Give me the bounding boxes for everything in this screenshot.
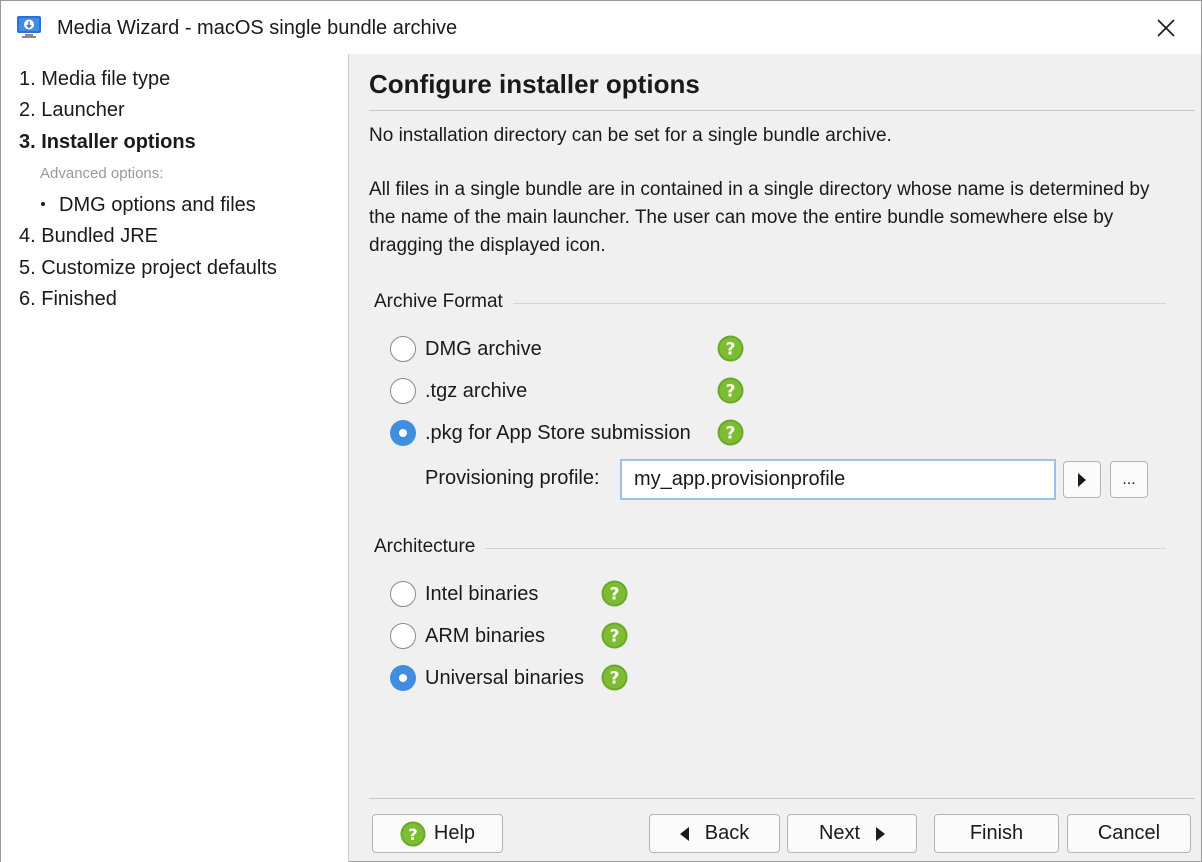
window-title: Media Wizard - macOS single bundle archi… <box>57 17 458 39</box>
radio-pkg-app-store-label: .pkg for App Store submission <box>425 421 691 444</box>
help-icon[interactable]: ? <box>717 335 744 362</box>
radio-circle[interactable] <box>390 623 416 649</box>
help-icon[interactable]: ? <box>601 622 628 649</box>
radio-arm-binaries[interactable]: ARM binaries <box>390 623 545 649</box>
next-button-label: Next <box>818 822 861 844</box>
radio-universal-binaries-label: Universal binaries <box>425 666 584 689</box>
next-button[interactable]: Next <box>787 814 917 853</box>
app-icon <box>17 16 41 38</box>
svg-text:?: ? <box>408 824 418 843</box>
provisioning-variables-button[interactable] <box>1063 461 1101 498</box>
svg-text:?: ? <box>726 424 736 444</box>
advanced-options-caption: Advanced options: <box>40 165 164 182</box>
finish-button[interactable]: Finish <box>934 814 1059 853</box>
step-dmg-options[interactable]: DMG options and files <box>41 194 256 217</box>
radio-pkg-app-store[interactable]: .pkg for App Store submission <box>390 420 691 446</box>
close-icon <box>1157 19 1175 37</box>
step-media-file-type[interactable]: 1. Media file type <box>19 68 170 91</box>
help-button[interactable]: ? Help <box>372 814 503 853</box>
step-installer-options[interactable]: 3. Installer options <box>19 131 196 154</box>
radio-circle[interactable] <box>390 336 416 362</box>
steps-sidebar: 1. Media file type 2. Launcher 3. Instal… <box>1 54 349 862</box>
step-launcher[interactable]: 2. Launcher <box>19 99 125 122</box>
radio-universal-binaries[interactable]: Universal binaries <box>390 665 584 691</box>
arrow-left-icon <box>679 826 689 841</box>
heading-divider <box>369 110 1195 111</box>
svg-text:?: ? <box>610 669 620 689</box>
bullet-icon <box>41 201 45 206</box>
help-icon[interactable]: ? <box>717 419 744 446</box>
svg-text:?: ? <box>610 627 620 647</box>
help-button-label: Help <box>433 822 476 844</box>
radio-circle[interactable] <box>390 378 416 404</box>
step-bundled-jre[interactable]: 4. Bundled JRE <box>19 225 158 248</box>
radio-circle[interactable] <box>390 581 416 607</box>
wizard-window: Media Wizard - macOS single bundle archi… <box>0 0 1202 862</box>
radio-tgz-archive[interactable]: .tgz archive <box>390 378 527 404</box>
help-icon[interactable]: ? <box>717 377 744 404</box>
svg-text:?: ? <box>726 382 736 402</box>
help-icon[interactable]: ? <box>601 664 628 691</box>
arrow-right-icon <box>876 826 886 841</box>
radio-dmg-archive-label: DMG archive <box>425 337 542 360</box>
description-text: All files in a single bundle are in cont… <box>369 179 1150 256</box>
cancel-button[interactable]: Cancel <box>1067 814 1191 853</box>
step-finished[interactable]: 6. Finished <box>19 288 117 311</box>
archive-format-title: Archive Format <box>374 291 513 313</box>
footer-divider <box>369 798 1195 799</box>
radio-intel-binaries[interactable]: Intel binaries <box>390 581 538 607</box>
step-dmg-options-label: DMG options and files <box>59 194 256 216</box>
page-title: Configure installer options <box>369 69 700 99</box>
architecture-title: Architecture <box>374 536 486 558</box>
help-icon: ? <box>400 820 426 847</box>
title-bar: Media Wizard - macOS single bundle archi… <box>1 1 1201 54</box>
browse-button[interactable]: ... <box>1110 461 1148 498</box>
back-button[interactable]: Back <box>649 814 780 853</box>
intro-text: No installation directory can be set for… <box>369 125 892 146</box>
radio-arm-binaries-label: ARM binaries <box>425 624 546 647</box>
help-icon[interactable]: ? <box>601 580 628 607</box>
arrow-right-icon <box>1078 472 1086 487</box>
architecture-rule <box>374 548 1166 549</box>
radio-tgz-archive-label: .tgz archive <box>425 379 528 402</box>
back-button-label: Back <box>704 822 750 844</box>
step-customize-defaults[interactable]: 5. Customize project defaults <box>19 257 277 280</box>
svg-text:?: ? <box>726 340 736 360</box>
radio-circle-checked[interactable] <box>390 665 416 691</box>
radio-circle-checked[interactable] <box>390 420 416 446</box>
provisioning-profile-label: Provisioning profile: <box>425 467 600 489</box>
svg-text:?: ? <box>610 585 620 605</box>
radio-intel-binaries-label: Intel binaries <box>425 582 539 605</box>
close-button[interactable] <box>1149 11 1183 45</box>
radio-dmg-archive[interactable]: DMG archive <box>390 336 542 362</box>
provisioning-profile-input[interactable] <box>620 459 1056 500</box>
